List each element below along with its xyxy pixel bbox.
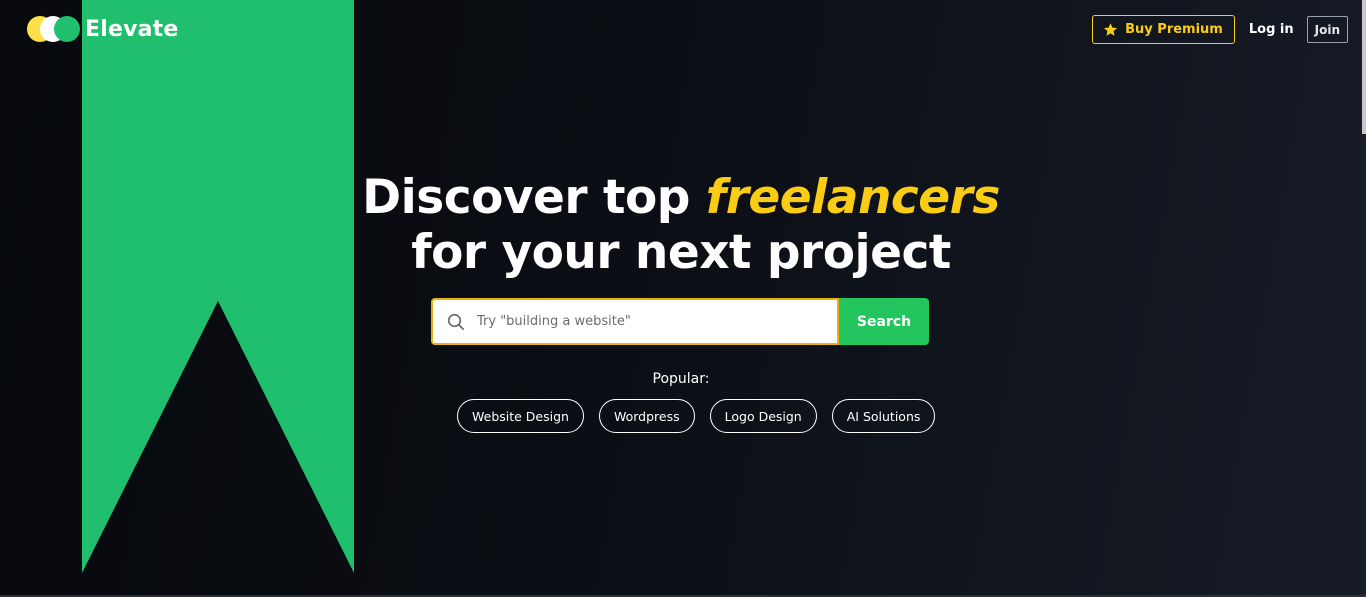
- hero-title-part1: Discover top: [362, 170, 706, 225]
- hero-title-part2: for your next project: [411, 225, 951, 280]
- logo-mark-icon: [26, 14, 82, 44]
- hero-title-accent: freelancers: [705, 170, 1001, 225]
- tag-logo-design[interactable]: Logo Design: [709, 399, 817, 433]
- search-box: [431, 298, 839, 345]
- hero-title: Discover top freelancers for your next pr…: [0, 170, 1362, 280]
- tag-ai-solutions[interactable]: AI Solutions: [831, 399, 936, 433]
- tag-website-design[interactable]: Website Design: [457, 399, 584, 433]
- popular-tags: Website Design Wordpress Logo Design AI …: [457, 399, 936, 433]
- join-button[interactable]: Join: [1306, 16, 1348, 43]
- buy-premium-button[interactable]: Buy Premium: [1092, 15, 1235, 44]
- brand-name: Elevate: [85, 16, 179, 42]
- scrollbar-thumb[interactable]: [1362, 0, 1366, 134]
- popular-label: Popular:: [652, 371, 710, 387]
- brand-logo[interactable]: Elevate: [26, 14, 179, 44]
- star-icon: [1104, 22, 1118, 36]
- search-button[interactable]: Search: [839, 298, 929, 345]
- search-form: Search: [431, 298, 929, 345]
- page-scrollbar[interactable]: [1361, 0, 1366, 595]
- login-link[interactable]: Log in: [1249, 22, 1294, 37]
- tag-wordpress[interactable]: Wordpress: [598, 399, 695, 433]
- buy-premium-label: Buy Premium: [1125, 22, 1223, 37]
- search-icon: [447, 313, 465, 331]
- search-input[interactable]: [477, 300, 833, 343]
- header-nav: Buy Premium Log in Join: [1092, 14, 1348, 45]
